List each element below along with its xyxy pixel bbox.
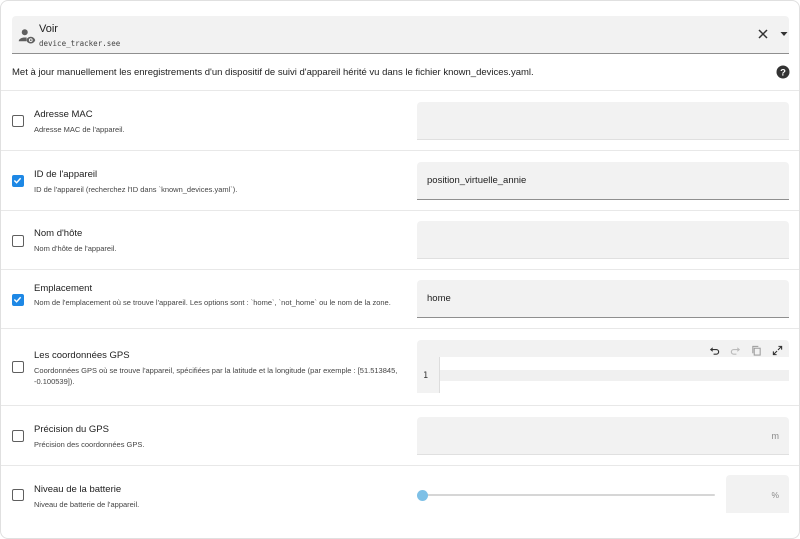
host-name-input[interactable]	[417, 221, 789, 259]
slider-track	[422, 494, 715, 496]
field-row-location: Emplacement Nom de l'emplacement où se t…	[1, 269, 799, 328]
checkbox-location[interactable]	[12, 294, 24, 306]
slider-thumb[interactable]	[417, 490, 428, 501]
field-desc-host-name: Nom d'hôte de l'appareil.	[34, 244, 117, 253]
field-desc-gps-accuracy: Précision des coordonnées GPS.	[34, 440, 145, 449]
checkbox-mac[interactable]	[12, 115, 24, 127]
battery-input[interactable]: %	[726, 475, 789, 513]
field-name-mac: Adresse MAC	[34, 109, 93, 120]
field-row-gps-accuracy: Précision du GPS Précision des coordonné…	[1, 405, 799, 465]
account-eye-icon	[18, 29, 36, 44]
field-desc-mac: Adresse MAC de l'appareil.	[34, 125, 125, 134]
dev-id-input-value: position_virtuelle_annie	[427, 175, 527, 186]
field-name-location: Emplacement	[34, 283, 93, 294]
checkbox-gps[interactable]	[12, 361, 24, 373]
gps-accuracy-input[interactable]: m	[417, 417, 789, 455]
location-input[interactable]: home	[417, 280, 789, 318]
caret-down-icon[interactable]	[779, 29, 789, 39]
svg-text:?: ?	[780, 68, 786, 79]
field-row-mac: Adresse MAC Adresse MAC de l'appareil.	[1, 90, 799, 150]
dev-id-input[interactable]: position_virtuelle_annie	[417, 162, 789, 200]
checkbox-gps-accuracy[interactable]	[12, 430, 24, 442]
editor-active-line	[440, 370, 789, 381]
field-name-dev-id: ID de l'appareil	[34, 169, 98, 180]
fullscreen-icon[interactable]	[772, 345, 783, 356]
check-icon	[13, 296, 22, 303]
service-name: Voir	[39, 23, 58, 35]
checkbox-host-name[interactable]	[12, 235, 24, 247]
check-icon	[13, 177, 22, 184]
checkbox-battery[interactable]	[12, 489, 24, 501]
checkbox-dev-id[interactable]	[12, 175, 24, 187]
redo-icon[interactable]	[730, 345, 741, 356]
gps-code-editor[interactable]: 1	[417, 340, 789, 393]
service-call-card: Voir device_tracker.see Met à jour manue…	[0, 0, 800, 539]
field-name-battery: Niveau de la batterie	[34, 484, 122, 495]
mac-input[interactable]	[417, 102, 789, 140]
help-circle-icon[interactable]: ?	[776, 65, 790, 79]
copy-icon[interactable]	[751, 345, 762, 356]
undo-icon[interactable]	[709, 345, 720, 356]
location-input-value: home	[427, 293, 451, 304]
field-row-host-name: Nom d'hôte Nom d'hôte de l'appareil.	[1, 210, 799, 269]
close-icon[interactable]	[756, 27, 770, 41]
field-name-gps-accuracy: Précision du GPS	[34, 424, 109, 435]
field-desc-gps: Coordonnées GPS où se trouve l'appareil,…	[34, 366, 398, 386]
editor-line-number: 1	[423, 371, 429, 381]
gps-accuracy-unit: m	[771, 431, 780, 441]
battery-unit: %	[771, 490, 779, 500]
service-id: device_tracker.see	[39, 39, 121, 48]
service-description: Met à jour manuellement les enregistreme…	[12, 67, 534, 78]
field-desc-battery: Niveau de batterie de l'appareil.	[34, 500, 140, 509]
battery-slider[interactable]	[417, 486, 717, 504]
editor-code-area[interactable]	[439, 357, 789, 393]
service-selector[interactable]: Voir device_tracker.see	[12, 16, 789, 54]
field-desc-location: Nom de l'emplacement où se trouve l'appa…	[34, 298, 391, 307]
field-name-host-name: Nom d'hôte	[34, 228, 83, 239]
field-desc-dev-id: ID de l'appareil (recherchez l'ID dans `…	[34, 185, 238, 194]
field-row-dev-id: ID de l'appareil ID de l'appareil (reche…	[1, 150, 799, 210]
field-name-gps: Les coordonnées GPS	[34, 350, 130, 361]
